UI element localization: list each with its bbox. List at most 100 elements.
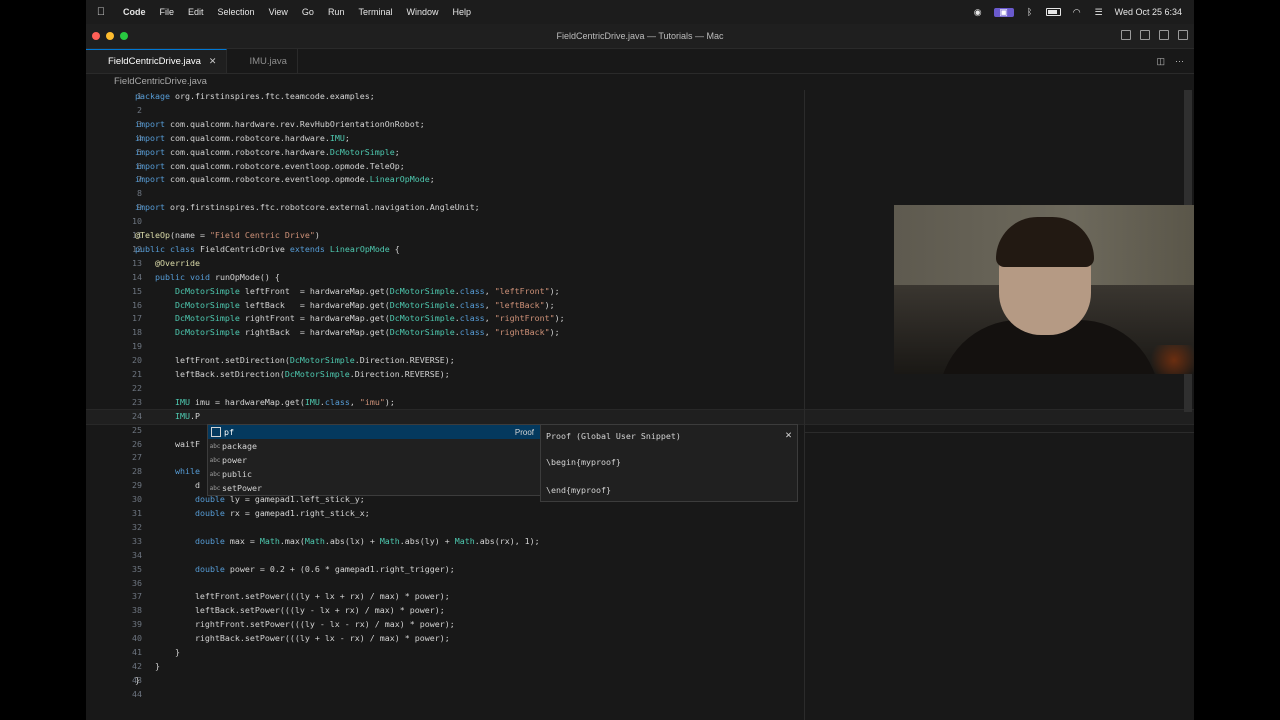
split-editor-icon[interactable]: ◫ [1156,56,1165,67]
code-line[interactable]: public class FieldCentricDrive extends L… [135,244,400,254]
code-line[interactable]: leftFront.setDirection(DcMotorSimple.Dir… [135,355,455,365]
menubar-clock[interactable]: Wed Oct 25 6:34 [1115,7,1182,17]
code-line[interactable]: leftFront.setPower(((ly + lx + rx) / max… [135,591,450,601]
code-line[interactable]: } [135,647,180,657]
line-number: 42 [132,660,142,671]
menu-window[interactable]: Window [399,7,445,17]
code-line[interactable]: import com.qualcomm.robotcore.hardware.I… [135,133,350,143]
text-word-icon: abc [209,470,221,478]
layout-controls [1121,30,1188,40]
line-number: 2 [137,104,142,115]
line-number: 37 [132,591,142,602]
tab-label: IMU.java [249,55,287,67]
bluetooth-icon[interactable]: ᛒ [1024,7,1036,17]
code-line[interactable]: while [135,466,200,476]
editor-divider [804,432,1194,433]
code-line[interactable]: } [135,675,140,685]
suggestion-label: public [222,469,252,479]
code-line[interactable]: } [135,661,160,671]
toggle-secondary-sidebar-icon[interactable] [1159,30,1169,40]
line-number: 16 [132,299,142,310]
line-number: 35 [132,563,142,574]
code-line[interactable]: d [135,480,200,490]
code-line[interactable]: import com.qualcomm.robotcore.eventloop.… [135,174,435,184]
line-number: 15 [132,285,142,296]
snippet-icon [211,427,221,437]
suggestion-setpower[interactable]: abc setPower [208,481,540,495]
line-number: 30 [132,494,142,505]
wifi-icon[interactable]: ◠ [1071,7,1083,17]
suggestion-label: pf [224,427,234,437]
line-number: 34 [132,549,142,560]
menu-edit[interactable]: Edit [181,7,211,17]
code-line[interactable]: @TeleOp(name = "Field Centric Drive") [135,230,320,240]
control-strip-icon[interactable]: ▣ [993,7,1014,17]
menu-selection[interactable]: Selection [211,7,262,17]
code-line[interactable]: rightFront.setPower(((ly - lx - rx) / ma… [135,619,455,629]
macos-menubar:  Code File Edit Selection View Go Run T… [86,0,1194,24]
title-bar: FieldCentricDrive.java — Tutorials — Mac [86,24,1194,49]
menu-view[interactable]: View [262,7,295,17]
menu-help[interactable]: Help [445,7,478,17]
menu-terminal[interactable]: Terminal [351,7,399,17]
text-word-icon: abc [209,484,221,492]
code-line[interactable]: import com.qualcomm.robotcore.eventloop.… [135,161,405,171]
details-snippet-line: \begin{myproof} [546,457,621,467]
suggestion-power[interactable]: abc power [208,453,540,467]
line-number: 20 [132,355,142,366]
code-line[interactable]: double rx = gamepad1.right_stick_x; [135,508,370,518]
close-tab-icon[interactable]: ✕ [209,56,217,67]
tab-imu[interactable]: IMU.java [227,49,298,73]
line-number: 5 [137,146,142,157]
line-number: 23 [132,396,142,407]
menu-go[interactable]: Go [295,7,321,17]
battery-icon[interactable] [1045,8,1061,16]
close-details-icon[interactable]: ✕ [785,430,792,440]
menu-app-name[interactable]: Code [116,7,153,17]
tab-fieldcentricdrive[interactable]: FieldCentricDrive.java ✕ [86,49,228,73]
code-line[interactable]: leftBack.setPower(((ly - lx + rx) / max)… [135,605,445,615]
line-number: 39 [132,619,142,630]
toggle-sidebar-icon[interactable] [1121,30,1131,40]
code-line[interactable]: DcMotorSimple leftFront = hardwareMap.ge… [135,286,560,296]
suggestion-widget[interactable]: pf Proof abc package abc power abc publi… [207,424,541,496]
code-line[interactable]: DcMotorSimple rightFront = hardwareMap.g… [135,313,565,323]
menu-file[interactable]: File [153,7,182,17]
vscode-window: FieldCentricDrive.java — Tutorials — Mac… [86,24,1194,720]
code-line[interactable]: double power = 0.2 + (0.6 * gamepad1.rig… [135,564,455,574]
code-editor[interactable]: 1 2 3 4 5 6 7 8 9 10 11 12 13 14 15 16 17 18 19 20 21 22 23 24 2… [86,90,1194,720]
apple-icon[interactable]:  [86,6,116,18]
suggestion-package[interactable]: abc package [208,439,540,453]
code-line[interactable]: waitF [135,439,200,449]
code-line[interactable]: leftBack.setDirection(DcMotorSimple.Dire… [135,369,450,379]
control-center-icon[interactable]: ☰ [1093,7,1105,17]
suggestion-pf[interactable]: pf Proof [208,425,540,439]
window-title: FieldCentricDrive.java — Tutorials — Mac [556,31,724,41]
code-line[interactable]: import com.qualcomm.hardware.rev.RevHubO… [135,119,425,129]
line-number: 21 [132,369,142,379]
code-line[interactable]: import com.qualcomm.robotcore.hardware.D… [135,147,400,157]
screen-share-icon[interactable]: ◉ [972,7,984,17]
code-line[interactable]: double max = Math.max(Math.abs(lx) + Mat… [135,536,540,546]
toggle-panel-icon[interactable] [1140,30,1150,40]
more-actions-icon[interactable]: ⋯ [1175,56,1184,67]
code-line[interactable]: IMU imu = hardwareMap.get(IMU.class, "im… [135,397,395,407]
suggestion-public[interactable]: abc public [208,467,540,481]
line-number: 7 [137,174,142,185]
tab-label: FieldCentricDrive.java [108,56,201,67]
code-line[interactable]: DcMotorSimple leftBack = hardwareMap.get… [135,300,555,310]
text-word-icon: abc [209,456,221,464]
customize-layout-icon[interactable] [1178,30,1188,40]
code-line[interactable]: @Override [135,258,200,268]
code-line[interactable]: public void runOpMode() { [135,272,280,282]
code-line[interactable]: IMU.P [135,411,200,421]
line-number: 1 [137,91,142,101]
code-line[interactable]: rightBack.setPower(((ly + lx - rx) / max… [135,633,450,643]
suggestion-label: package [222,441,257,451]
line-number: 13 [132,257,142,268]
code-line[interactable]: DcMotorSimple rightBack = hardwareMap.ge… [135,327,560,337]
breadcrumb[interactable]: FieldCentricDrive.java [86,74,1194,90]
menu-run[interactable]: Run [321,7,352,17]
code-line[interactable]: package org.firstinspires.ftc.teamcode.e… [135,91,375,101]
code-line[interactable]: import org.firstinspires.ftc.robotcore.e… [135,202,480,212]
